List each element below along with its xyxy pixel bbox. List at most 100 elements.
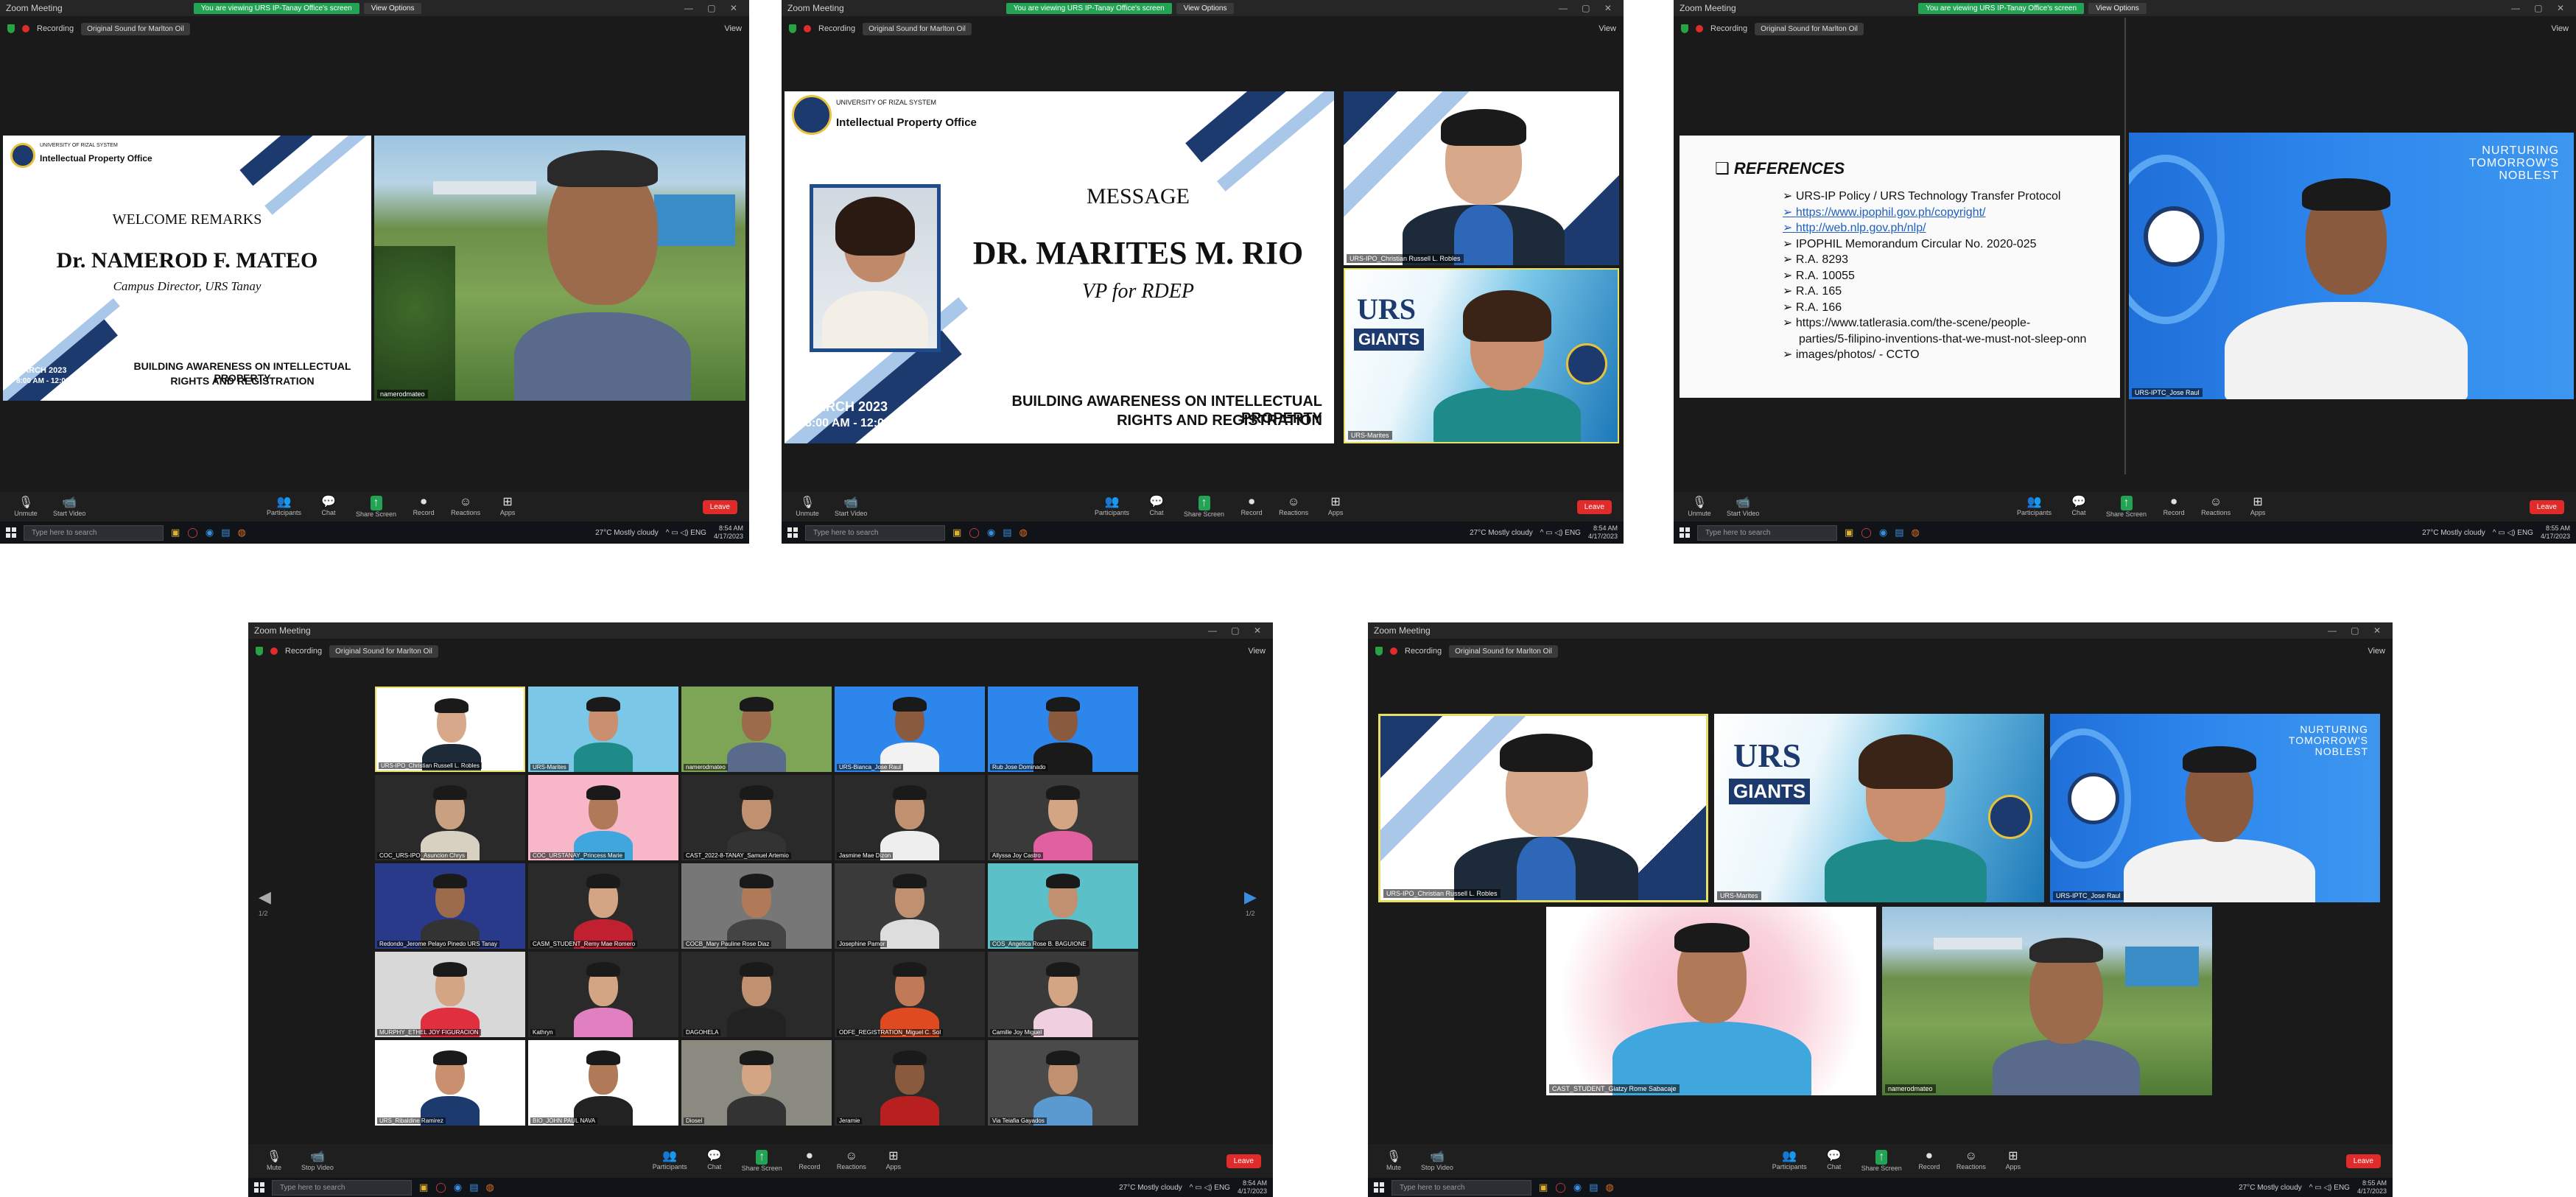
view-button[interactable]: View	[1598, 24, 1616, 33]
weather-widget[interactable]: 27°C Mostly cloudy	[595, 529, 659, 537]
video-jose-raul[interactable]: NURTURING TOMORROW'S NOBLEST URS-IPTC_Jose…	[2050, 714, 2380, 902]
mute-button[interactable]: 🎙 Mute	[1380, 1151, 1408, 1171]
participant-tile[interactable]: URS-Bianca_Jose Raul	[835, 687, 985, 772]
chat-button[interactable]: 💬 Chat	[1820, 1150, 1848, 1172]
shield-icon[interactable]	[1375, 647, 1383, 656]
shield-icon[interactable]	[789, 24, 796, 33]
participant-tile[interactable]: COC_URS-IPO_Asuncion Chrys	[375, 775, 525, 860]
participant-tile[interactable]: Diosel	[681, 1040, 832, 1126]
reactions-button[interactable]: ☺ Reactions	[837, 1150, 866, 1172]
unmute-button[interactable]: 🎙 Unmute	[12, 496, 40, 517]
chrome-icon[interactable]: ◉	[1879, 527, 1887, 538]
tray-icons[interactable]: ^ ▭ ◁) ENG	[1190, 1184, 1230, 1192]
participant-tile[interactable]: Redondo_Jerome Pelayo Pinedo URS Tanay	[375, 863, 525, 949]
view-button[interactable]: View	[2368, 647, 2385, 656]
weather-widget[interactable]: 27°C Mostly cloudy	[1470, 529, 1533, 537]
participant-tile[interactable]: URS-IPO_Christian Russell L. Robles	[375, 687, 525, 772]
participants-button[interactable]: 👥 Participants	[653, 1150, 687, 1172]
participant-tile[interactable]: URS-Marites	[528, 687, 678, 772]
taskbar-clock[interactable]: 8:54 AM 4/17/2023	[1238, 1179, 1267, 1196]
leave-button[interactable]: Leave	[1576, 499, 1612, 514]
record-button[interactable]: ⏺ Record	[410, 496, 438, 518]
windows-start-icon[interactable]	[787, 527, 798, 538]
original-sound-button[interactable]: Original Sound for Marlton Oil	[1449, 645, 1558, 658]
participant-tile[interactable]: COCB_Mary Pauline Rose Diaz	[681, 863, 832, 949]
original-sound-button[interactable]: Original Sound for Marlton Oil	[81, 22, 190, 35]
participant-tile[interactable]: COC_URSTANAY_Princess Marie	[528, 775, 678, 860]
window-controls[interactable]: — ▢ ✕	[1208, 625, 1267, 636]
unmute-button[interactable]: 🎙 Unmute	[793, 496, 821, 517]
apps-button[interactable]: ⊞ Apps	[1999, 1150, 2027, 1172]
participant-tile[interactable]: Jasmine Mae Dizon	[835, 775, 985, 860]
participant-tile[interactable]: namerodmateo	[681, 687, 832, 772]
firefox-icon[interactable]: ◍	[238, 527, 246, 538]
share-screen-button[interactable]: ↑ Share Screen	[1184, 496, 1224, 518]
share-screen-button[interactable]: ↑ Share Screen	[1861, 1150, 1902, 1172]
opera-icon[interactable]: ◯	[969, 527, 980, 538]
windows-start-icon[interactable]	[254, 1182, 264, 1193]
view-button[interactable]: View	[2551, 24, 2569, 33]
participant-tile[interactable]: BIO_JOHN PAUL NAVA	[528, 1040, 678, 1126]
reference-item[interactable]: https://www.ipophil.gov.ph/copyright/	[1783, 205, 2086, 221]
taskbar-clock[interactable]: 8:54 AM 4/17/2023	[714, 524, 743, 541]
chat-button[interactable]: 💬 Chat	[315, 496, 343, 518]
participant-tile[interactable]: Kathryn	[528, 952, 678, 1037]
windows-start-icon[interactable]	[6, 527, 16, 538]
view-options-button[interactable]: View Options	[363, 2, 422, 14]
file-explorer-icon[interactable]: ▣	[419, 1182, 428, 1193]
stop-video-button[interactable]: 📹 Stop Video	[1421, 1151, 1453, 1171]
start-video-button[interactable]: 📹 Start Video	[1727, 496, 1759, 517]
view-button[interactable]: View	[1248, 647, 1266, 656]
record-button[interactable]: ⏺ Record	[1238, 496, 1266, 518]
leave-button[interactable]: Leave	[1226, 1154, 1261, 1168]
taskbar-search[interactable]: Type here to search	[805, 524, 945, 541]
video-christian[interactable]: URS-IPO_Christian Russell L. Robles	[1378, 714, 1708, 902]
video-marites[interactable]: URS GIANTS URS-Marites	[1344, 268, 1619, 443]
window-controls[interactable]: — ▢ ✕	[2511, 3, 2570, 13]
video-christian[interactable]: URS-IPO_Christian Russell L. Robles	[1344, 91, 1619, 265]
tray-icons[interactable]: ^ ▭ ◁) ENG	[1540, 529, 1581, 537]
participant-tile[interactable]: Rub Jose Dominado	[988, 687, 1138, 772]
reactions-button[interactable]: ☺ Reactions	[2201, 496, 2231, 518]
apps-button[interactable]: ⊞ Apps	[494, 496, 522, 518]
participants-button[interactable]: 👥 Participants	[1772, 1150, 1807, 1172]
file-explorer-icon[interactable]: ▣	[171, 527, 180, 538]
participant-tile[interactable]: ODFE_REGISTRATION_Miguel C. Sol	[835, 952, 985, 1037]
opera-icon[interactable]: ◯	[1555, 1182, 1566, 1193]
start-video-button[interactable]: 📹 Start Video	[835, 496, 867, 517]
stop-video-button[interactable]: 📹 Stop Video	[301, 1151, 334, 1171]
taskbar-search[interactable]: Type here to search	[272, 1179, 412, 1196]
start-video-button[interactable]: 📹 Start Video	[53, 496, 85, 517]
opera-icon[interactable]: ◯	[1861, 527, 1872, 538]
taskbar-search[interactable]: Type here to search	[24, 524, 164, 541]
view-options-button[interactable]: View Options	[2088, 2, 2147, 14]
participant-tile[interactable]: Jeramie	[835, 1040, 985, 1126]
chrome-icon[interactable]: ◉	[454, 1182, 462, 1193]
window-controls[interactable]: — ▢ ✕	[2328, 625, 2387, 636]
reactions-button[interactable]: ☺ Reactions	[1279, 496, 1308, 518]
video-namerod[interactable]: namerodmateo	[374, 136, 745, 401]
apps-button[interactable]: ⊞ Apps	[2244, 496, 2272, 518]
weather-widget[interactable]: 27°C Mostly cloudy	[1119, 1184, 1182, 1192]
view-options-button[interactable]: View Options	[1176, 2, 1235, 14]
tray-icons[interactable]: ^ ▭ ◁) ENG	[2309, 1184, 2350, 1192]
shield-icon[interactable]	[256, 647, 263, 656]
zoom-app-icon[interactable]: ▤	[1003, 527, 1011, 538]
view-button[interactable]: View	[724, 24, 742, 33]
tray-icons[interactable]: ^ ▭ ◁) ENG	[666, 529, 706, 537]
original-sound-button[interactable]: Original Sound for Marlton Oil	[329, 645, 438, 658]
participant-tile[interactable]: Allyssa Joy Castro	[988, 775, 1138, 860]
participant-tile[interactable]: CAST_2022-8-TANAY_Samuel Artemio	[681, 775, 832, 860]
split-divider[interactable]	[2124, 18, 2126, 474]
chat-button[interactable]: 💬 Chat	[701, 1150, 729, 1172]
share-screen-button[interactable]: ↑ Share Screen	[356, 496, 396, 518]
apps-button[interactable]: ⊞ Apps	[880, 1150, 908, 1172]
participant-tile[interactable]: CASM_STUDENT_Remy Mae Romero	[528, 863, 678, 949]
reactions-button[interactable]: ☺ Reactions	[1956, 1150, 1986, 1172]
firefox-icon[interactable]: ◍	[486, 1182, 494, 1193]
participants-button[interactable]: 👥 Participants	[2017, 496, 2052, 518]
chrome-icon[interactable]: ◉	[987, 527, 995, 538]
video-jose-raul[interactable]: NURTURING TOMORROW'S NOBLEST URS-IPTC_Jose…	[2129, 133, 2574, 399]
taskbar-search[interactable]: Type here to search	[1391, 1179, 1531, 1196]
video-giatzy[interactable]: CAST_STUDENT_Giatzy Rome Sabacaje	[1546, 907, 1876, 1095]
